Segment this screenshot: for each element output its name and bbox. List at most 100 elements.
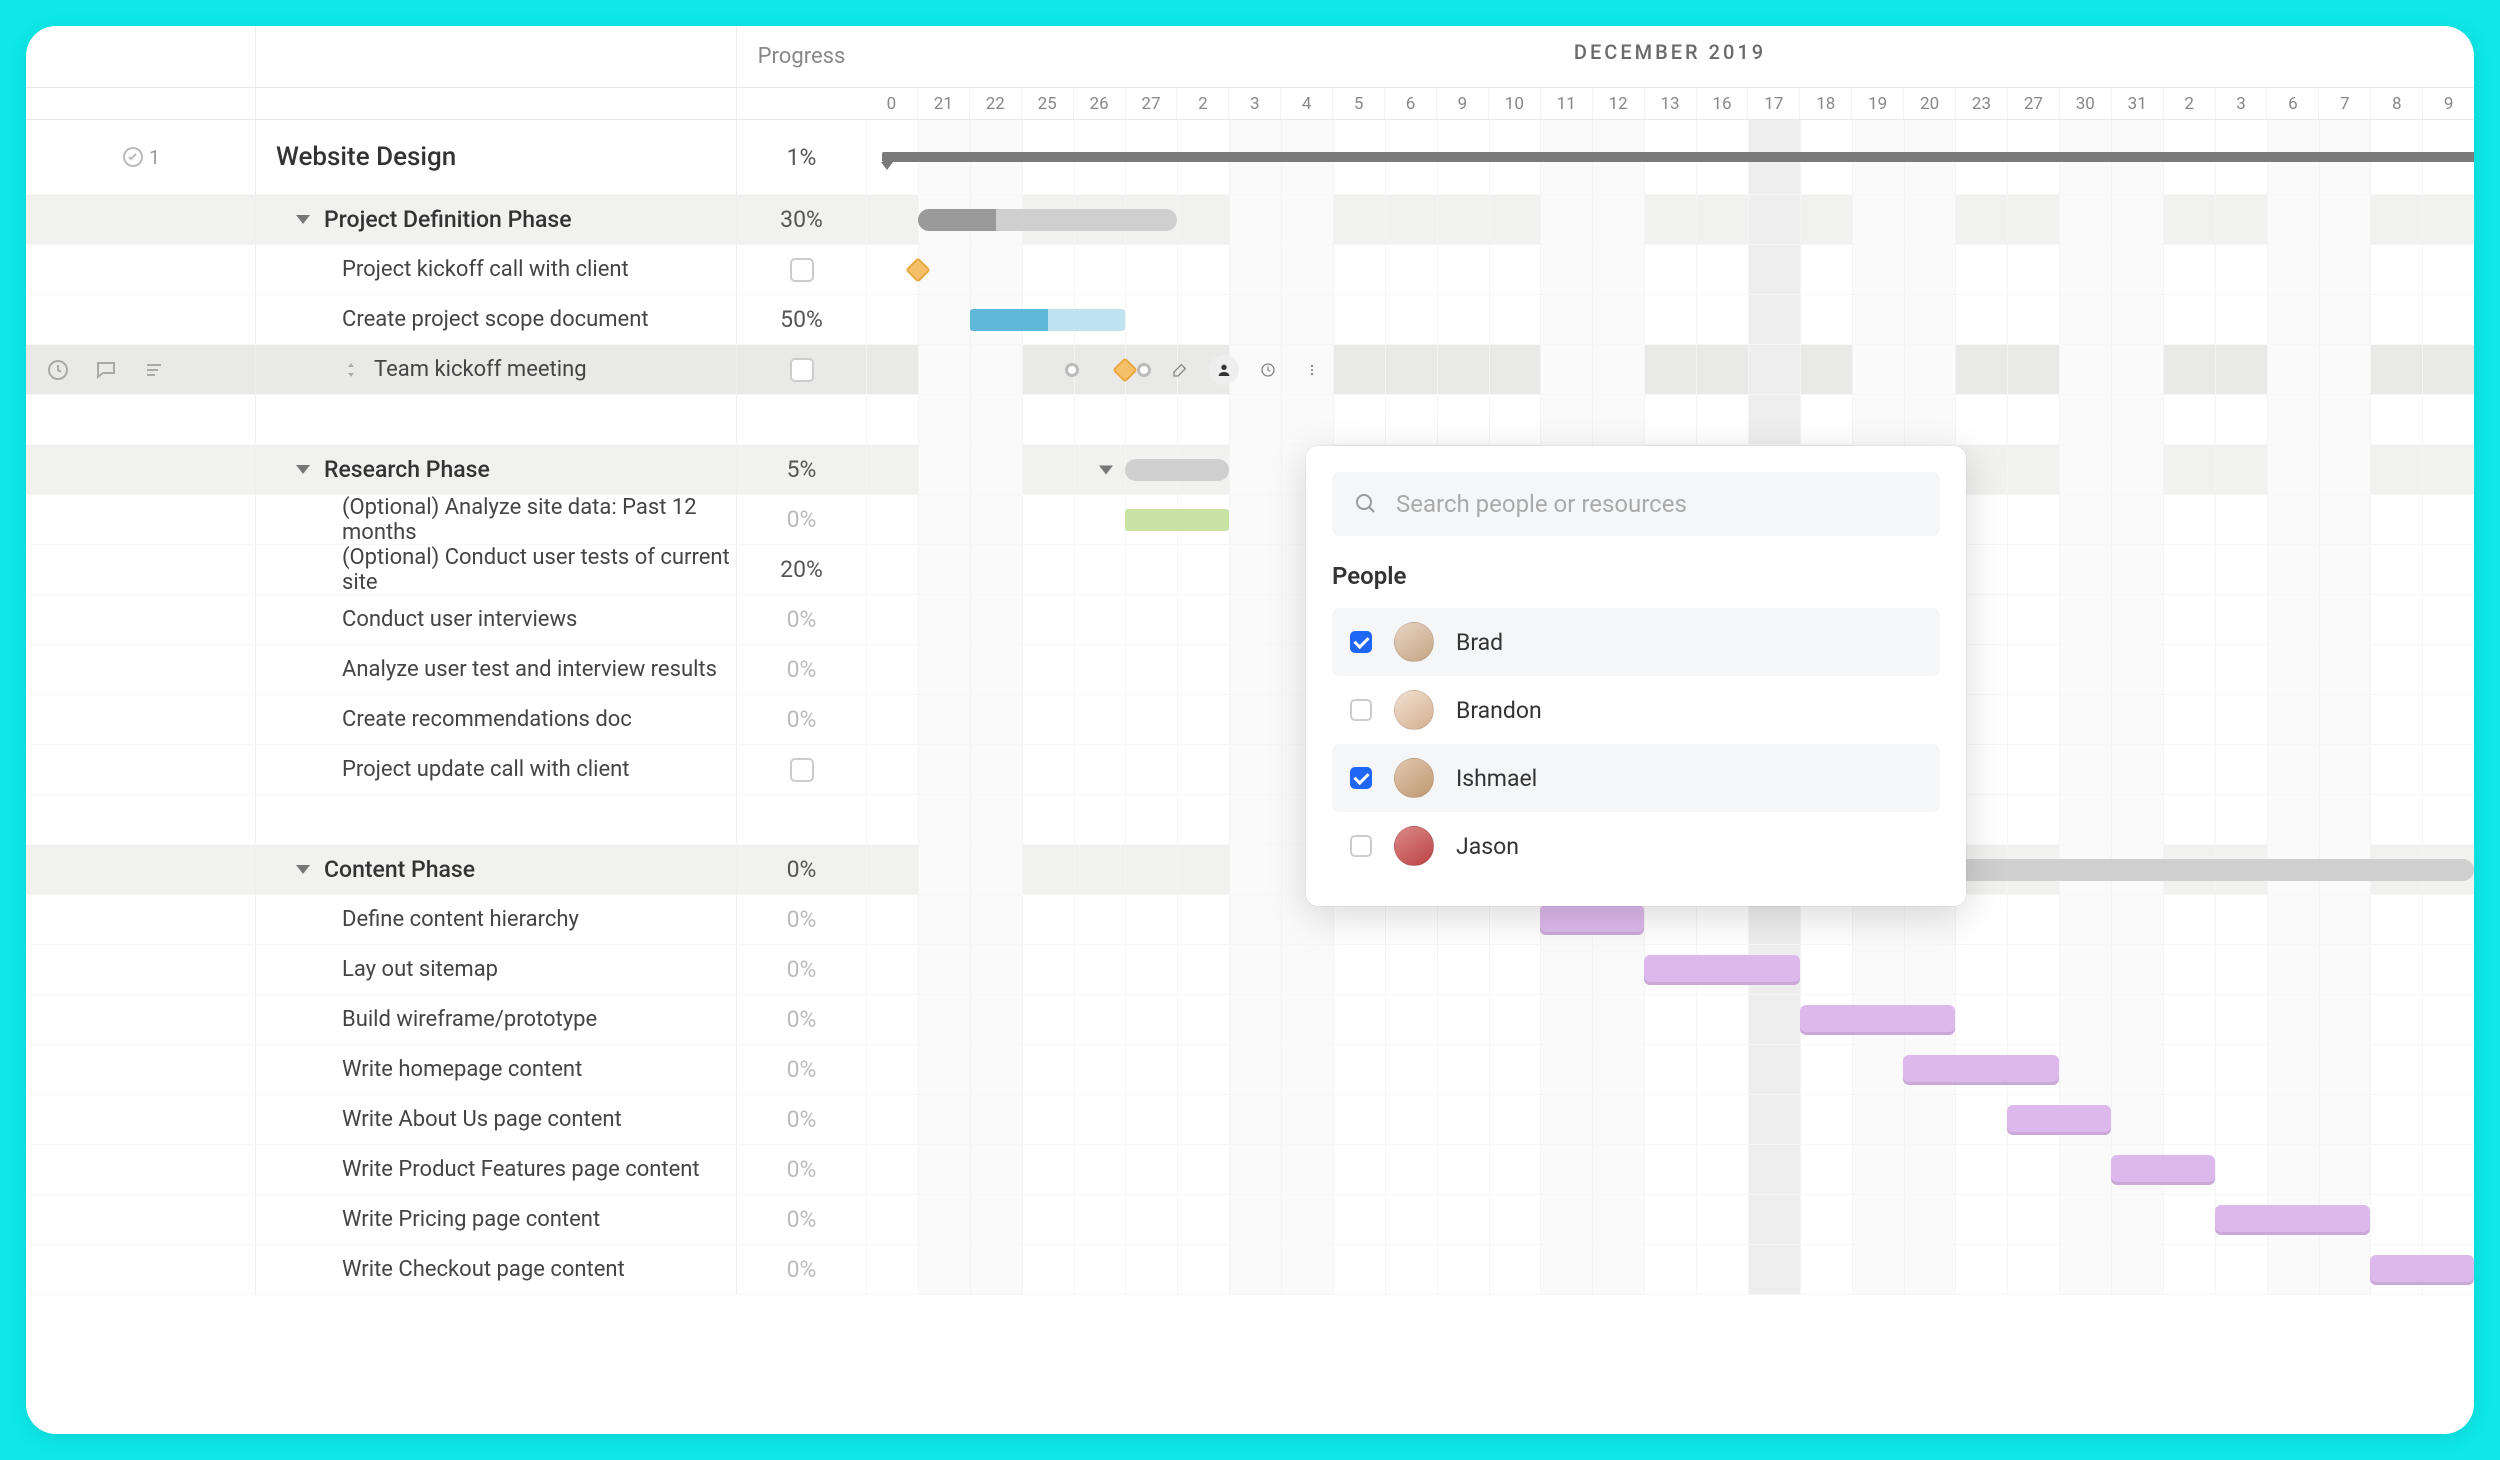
row-name: Write Pricing page content [342, 1207, 600, 1232]
date-cell: 16 [1696, 88, 1748, 119]
project-row[interactable]: 1 Website Design 1% [26, 120, 2474, 195]
timeline-cell[interactable] [866, 295, 2474, 344]
progress-value: 0% [787, 956, 817, 983]
task-bar[interactable] [1644, 955, 1800, 985]
dependency-handle-left[interactable] [1065, 363, 1079, 377]
phase-row[interactable]: Research Phase5% [26, 445, 2474, 495]
date-cell: 5 [1332, 88, 1384, 119]
task-row[interactable]: Conduct user interviews0% [26, 595, 2474, 645]
task-row[interactable]: Write About Us page content0% [26, 1095, 2474, 1145]
schedule-button[interactable] [1253, 355, 1283, 385]
person-checkbox[interactable] [1350, 699, 1372, 721]
timeline-cell[interactable] [866, 1095, 2474, 1144]
phase-row[interactable]: Content Phase0% [26, 845, 2474, 895]
task-bar[interactable] [2215, 1205, 2371, 1235]
task-row[interactable]: Write Checkout page content0% [26, 1245, 2474, 1295]
list-icon[interactable] [142, 358, 166, 382]
milestone-diamond[interactable] [905, 257, 930, 282]
row-name: Create recommendations doc [342, 707, 632, 732]
timeline-cell[interactable] [866, 345, 2474, 394]
comment-count: 1 [149, 146, 160, 169]
phase-bar[interactable] [1125, 459, 1229, 481]
task-row[interactable]: Create project scope document50% [26, 295, 2474, 345]
date-cell: 22 [969, 88, 1021, 119]
task-row[interactable]: Create recommendations doc0% [26, 695, 2474, 745]
progress-value: 0% [787, 1156, 817, 1183]
people-search-input[interactable] [1396, 490, 1918, 518]
rows-container: 1 Website Design 1% Project Definition P… [26, 120, 2474, 1295]
date-cell: 2 [1176, 88, 1228, 119]
project-comment-badge[interactable]: 1 [26, 120, 256, 194]
progress-value: 0% [787, 1206, 817, 1233]
task-row[interactable]: Analyze user test and interview results0… [26, 645, 2474, 695]
people-search-box[interactable] [1332, 472, 1940, 536]
task-row[interactable]: Define content hierarchy0% [26, 895, 2474, 945]
person-row[interactable]: Brad [1332, 608, 1940, 676]
more-button[interactable] [1297, 355, 1327, 385]
timeline-cell[interactable] [866, 1145, 2474, 1194]
progress-value: 0% [787, 906, 817, 933]
timeline-cell[interactable] [866, 995, 2474, 1044]
task-row[interactable]: Write homepage content0% [26, 1045, 2474, 1095]
person-name: Brad [1456, 629, 1503, 656]
date-cells: 0212225262723456910111213161718192023273… [866, 88, 2474, 119]
timeline-cell[interactable] [866, 945, 2474, 994]
person-checkbox[interactable] [1350, 631, 1372, 653]
person-row[interactable]: Ishmael [1332, 744, 1940, 812]
collapse-icon[interactable] [296, 865, 310, 874]
row-name: Research Phase [324, 456, 490, 483]
drag-handle-icon[interactable] [342, 361, 360, 379]
progress-value: 30% [780, 206, 823, 233]
dependency-handle-right[interactable] [1137, 363, 1151, 377]
task-row[interactable]: Build wireframe/prototype0% [26, 995, 2474, 1045]
task-bar[interactable] [1540, 905, 1644, 935]
task-bar[interactable] [970, 309, 1126, 331]
timeline-cell[interactable] [866, 1245, 2474, 1294]
row-name: Write Checkout page content [342, 1257, 625, 1282]
task-complete-checkbox[interactable] [790, 258, 814, 282]
task-bar[interactable] [1125, 509, 1229, 531]
row-action-icons [46, 358, 166, 382]
phase-collapse-icon[interactable] [1099, 465, 1113, 474]
collapse-icon[interactable] [296, 215, 310, 224]
task-row[interactable]: (Optional) Analyze site data: Past 12 mo… [26, 495, 2474, 545]
collapse-icon[interactable] [296, 465, 310, 474]
chat-icon[interactable] [94, 358, 118, 382]
task-row[interactable]: Project update call with client [26, 745, 2474, 795]
edit-button[interactable] [1165, 355, 1195, 385]
task-bar[interactable] [1903, 1055, 2059, 1085]
task-bar[interactable] [2370, 1255, 2474, 1285]
date-cell: 11 [1540, 88, 1592, 119]
project-summary-bar[interactable] [882, 152, 2474, 162]
task-bar[interactable] [1800, 1005, 1956, 1035]
assign-person-button[interactable] [1209, 355, 1239, 385]
spacer-row [26, 795, 2474, 845]
task-row[interactable]: Lay out sitemap0% [26, 945, 2474, 995]
timeline-cell[interactable] [866, 1195, 2474, 1244]
task-row[interactable]: Team kickoff meeting [26, 345, 2474, 395]
date-cell: 6 [1384, 88, 1436, 119]
task-row[interactable]: Write Product Features page content0% [26, 1145, 2474, 1195]
project-timeline-cell [866, 120, 2474, 194]
timeline-cell[interactable] [866, 1045, 2474, 1094]
phase-bar[interactable] [918, 209, 1177, 231]
task-row[interactable]: Write Pricing page content 0% [26, 1195, 2474, 1245]
task-row[interactable]: Project kickoff call with client [26, 245, 2474, 295]
clock-icon[interactable] [46, 358, 70, 382]
task-row[interactable]: (Optional) Conduct user tests of current… [26, 545, 2474, 595]
person-row[interactable]: Brandon [1332, 676, 1940, 744]
person-checkbox[interactable] [1350, 767, 1372, 789]
task-complete-checkbox[interactable] [790, 358, 814, 382]
task-bar[interactable] [2007, 1105, 2111, 1135]
person-row[interactable]: Jason [1332, 812, 1940, 880]
timeline-cell[interactable] [866, 245, 2474, 294]
phase-row[interactable]: Project Definition Phase30% [26, 195, 2474, 245]
avatar [1394, 690, 1434, 730]
row-name: Project update call with client [342, 757, 629, 782]
avatar [1394, 622, 1434, 662]
row-name: Write About Us page content [342, 1107, 622, 1132]
timeline-cell[interactable] [866, 195, 2474, 244]
task-complete-checkbox[interactable] [790, 758, 814, 782]
person-checkbox[interactable] [1350, 835, 1372, 857]
task-bar[interactable] [2111, 1155, 2215, 1185]
